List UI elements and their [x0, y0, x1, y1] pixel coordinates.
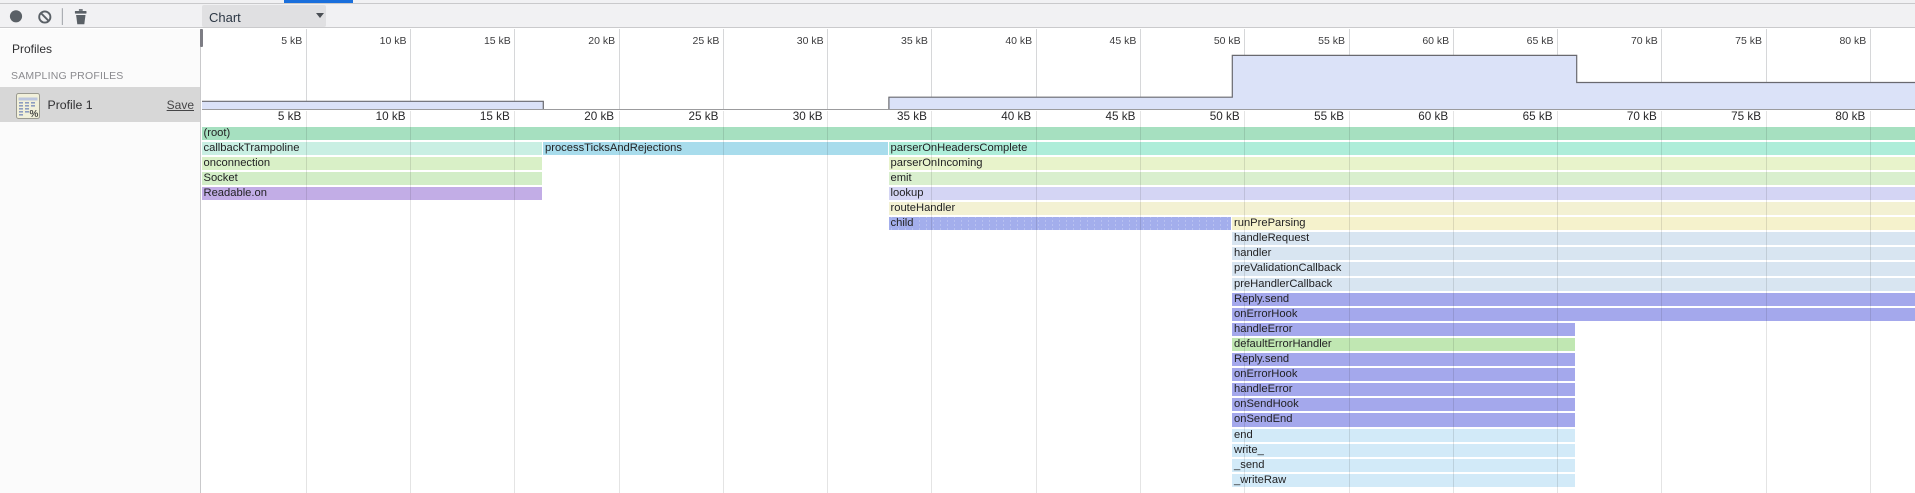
svg-text:%: %: [30, 109, 39, 119]
